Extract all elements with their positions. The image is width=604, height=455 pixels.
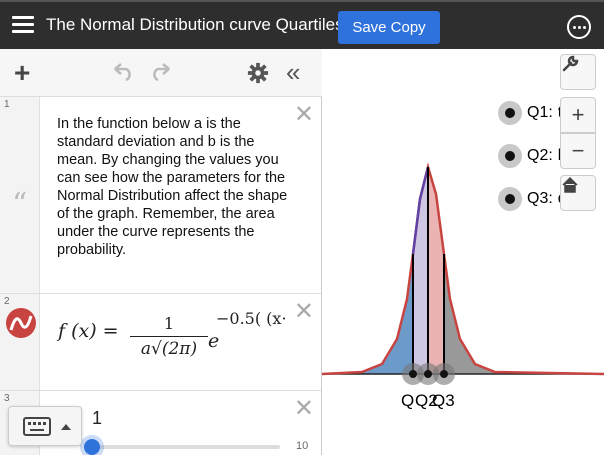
legend-q1[interactable]: Q1: t [498, 101, 562, 125]
expression-index: 1 [4, 99, 10, 110]
legend-q3[interactable]: Q3: d [498, 187, 567, 211]
double-chevron-left-icon[interactable]: « [286, 59, 300, 85]
legend-label: Q3: [527, 190, 553, 207]
fraction-numerator: 1 [163, 314, 175, 333]
expression-gutter: 2 [0, 294, 40, 390]
expression-list: 1 “ In the function below a is the stand… [0, 97, 322, 455]
formula-math[interactable]: f (x) = 1 a√(2π) e −0.5( (x· [58, 309, 287, 359]
expression-index: 3 [4, 393, 10, 404]
gear-icon[interactable] [247, 62, 269, 84]
graph-title: The Normal Distribution curve Quartiles [46, 15, 344, 34]
keyboard-icon [23, 417, 71, 436]
expression-index: 2 [4, 296, 10, 307]
formula-lhs: f (x) = [58, 320, 119, 342]
expression-toolbar: + « [0, 49, 322, 97]
undo-icon[interactable] [111, 63, 135, 81]
minus-icon: − [571, 138, 585, 163]
delete-expression-icon[interactable]: ✕ [294, 103, 314, 127]
save-copy-button[interactable]: Save Copy [338, 11, 440, 44]
slider-handle[interactable] [84, 439, 100, 455]
ellipsis-circle-icon[interactable] [567, 15, 591, 39]
quote-icon: “ [12, 187, 28, 222]
plus-icon: + [571, 102, 585, 127]
fraction-denominator: a√(2π) [140, 339, 198, 359]
delete-expression-icon[interactable]: ✕ [294, 300, 314, 324]
legend-q2[interactable]: Q2: b [498, 144, 567, 168]
point-icon [498, 187, 522, 211]
keyboard-toggle-button[interactable] [8, 406, 82, 446]
quartile-label-q3: Q3 [432, 391, 455, 410]
formula-exponent: −0.5( (x· [216, 309, 287, 328]
delete-expression-icon[interactable]: ✕ [294, 397, 314, 421]
point-icon [498, 144, 522, 168]
graph-canvas[interactable]: Q Q2 Q3 Q1: t Q2: b Q3: d + − [322, 49, 604, 455]
quartile-label-q1: Q [401, 391, 414, 410]
slider-track[interactable] [92, 445, 280, 449]
slider-value[interactable]: 1 [92, 408, 102, 429]
hamburger-icon[interactable] [12, 16, 34, 34]
expression-note[interactable]: 1 “ In the function below a is the stand… [0, 97, 321, 294]
zoom-in-button[interactable]: + [560, 97, 596, 133]
point-icon [498, 101, 522, 125]
zoom-out-button[interactable]: − [560, 133, 596, 169]
home-icon[interactable] [560, 175, 596, 211]
legend-label: Q1: [527, 104, 553, 121]
legend-label: Q2: [527, 147, 553, 164]
expression-gutter: 1 “ [0, 97, 40, 293]
slider-max-label[interactable]: 10 [296, 440, 308, 452]
function-color-icon[interactable] [6, 308, 36, 338]
top-bar: The Normal Distribution curve Quartiles … [0, 0, 604, 49]
redo-icon[interactable] [149, 63, 173, 81]
note-text[interactable]: In the function below a is the standard … [57, 115, 292, 259]
expression-formula[interactable]: 2 f (x) = 1 a√(2π) e −0.5( (x· ✕ [0, 294, 321, 391]
wrench-icon[interactable] [560, 54, 596, 90]
plus-icon[interactable]: + [14, 59, 30, 87]
formula-e: e [208, 330, 220, 352]
formula-fraction: 1 a√(2π) [130, 314, 208, 359]
